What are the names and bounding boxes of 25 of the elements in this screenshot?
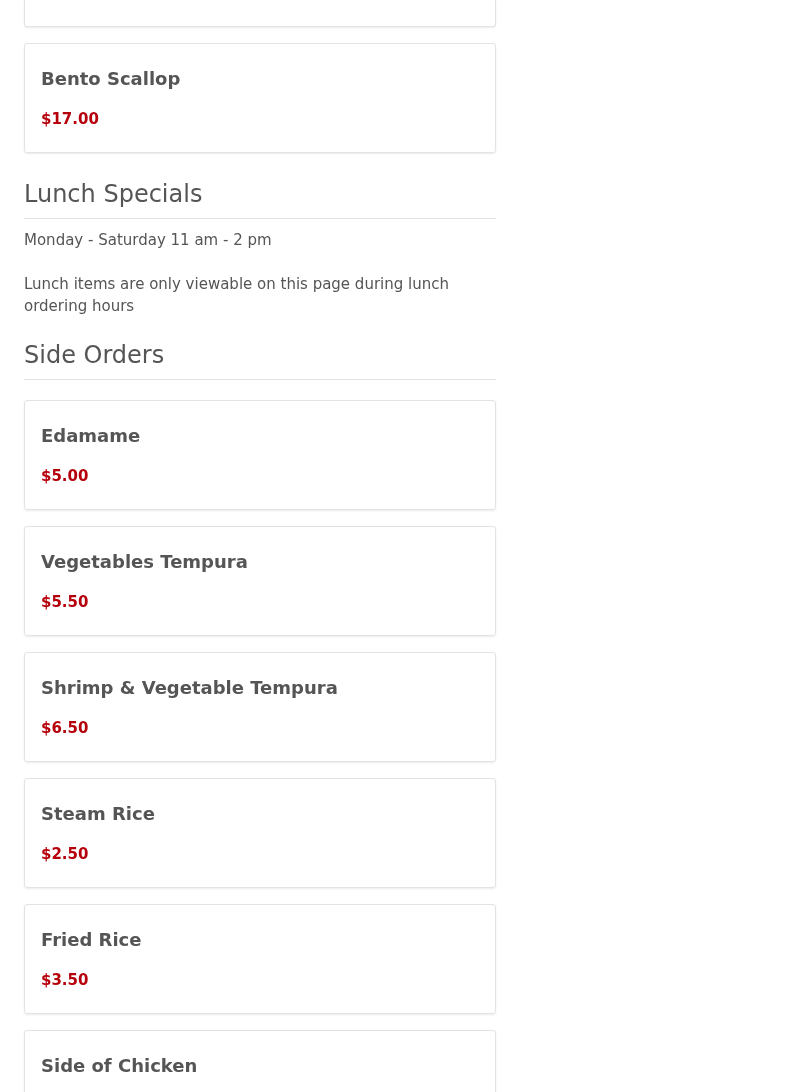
menu-item-card[interactable]: Vegetables Tempura $5.50 [24, 526, 496, 636]
item-price: $5.00 [41, 466, 90, 486]
item-price: $17.00 [41, 109, 100, 129]
item-price: $3.50 [41, 970, 90, 990]
item-price: $6.50 [41, 718, 90, 738]
section-heading: Lunch Specials [24, 178, 496, 219]
item-price: $2.50 [41, 844, 90, 864]
menu-item-card[interactable]: Shrimp & Vegetable Tempura $6.50 [24, 652, 496, 762]
item-name: Bento Scallop [41, 67, 182, 91]
section-heading: Side Orders [24, 339, 496, 380]
section-note: Lunch items are only viewable on this page during lunch ordering hours [24, 274, 450, 317]
menu-item-card[interactable]: Steam Rice $2.50 [24, 778, 496, 888]
menu-item-card[interactable]: Edamame $5.00 [24, 400, 496, 510]
menu-item-card[interactable]: Fried Rice $3.50 [24, 904, 496, 1014]
menu-item-card[interactable]: Bento Scallop $17.00 [24, 43, 496, 153]
item-name: Fried Rice [41, 928, 143, 952]
item-name: Shrimp & Vegetable Tempura [41, 676, 339, 700]
section-note: Monday - Saturday 11 am - 2 pm [24, 230, 273, 251]
menu-item-card[interactable]: Side of Chicken [24, 1030, 496, 1092]
item-price: $5.50 [41, 592, 90, 612]
menu-item-card[interactable] [24, 0, 496, 27]
item-name: Side of Chicken [41, 1054, 199, 1078]
item-name: Edamame [41, 424, 142, 448]
item-name: Vegetables Tempura [41, 550, 249, 574]
item-name: Steam Rice [41, 802, 156, 826]
